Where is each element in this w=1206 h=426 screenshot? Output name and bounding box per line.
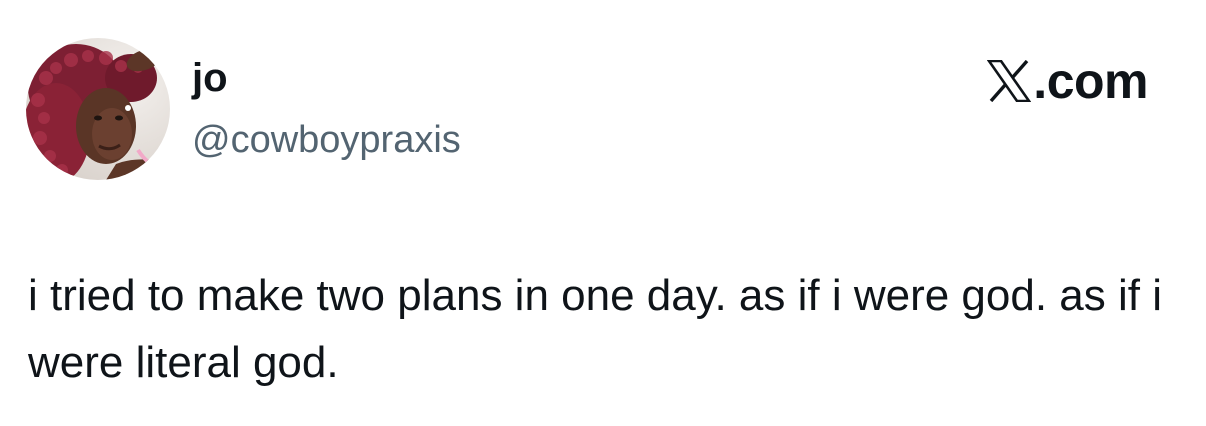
tweet-card: jo @cowboypraxis .com i tried to make tw… xyxy=(0,0,1206,426)
brand-domain-suffix: .com xyxy=(1033,53,1148,109)
tweet-text: i tried to make two plans in one day. as… xyxy=(28,271,1162,387)
x-logo-icon xyxy=(987,60,1032,102)
brand-watermark: .com xyxy=(987,54,1148,108)
author-handle[interactable]: @cowboypraxis xyxy=(192,117,461,163)
avatar[interactable] xyxy=(26,38,170,180)
author-display-name[interactable]: jo xyxy=(192,54,228,102)
avatar-image xyxy=(26,38,170,180)
